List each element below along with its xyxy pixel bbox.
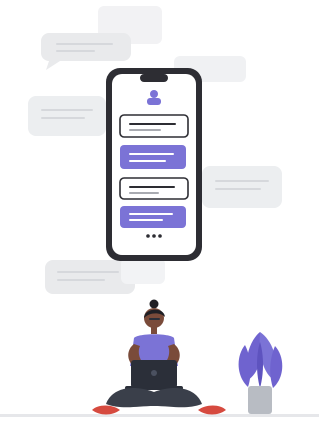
message-bubble-sent-1 <box>120 145 186 169</box>
typing-dots-icon <box>146 234 162 238</box>
bg-bubble-4 <box>28 96 106 136</box>
phone-notch <box>140 74 168 82</box>
potted-plant <box>238 332 283 414</box>
message-bubble-sent-2 <box>120 206 186 228</box>
person-with-laptop <box>92 299 226 415</box>
bg-bubble-2-tail <box>46 61 60 70</box>
floor-line <box>0 414 319 417</box>
illustration-canvas <box>0 6 319 417</box>
bg-bubble-7 <box>121 258 165 284</box>
message-bubble-received-2 <box>119 177 189 200</box>
bg-bubble-2 <box>41 33 131 61</box>
chat-illustration <box>0 0 319 425</box>
message-bubble-received-1 <box>119 114 189 138</box>
plant-pot <box>248 386 272 414</box>
bg-bubble-5 <box>202 166 282 208</box>
smartphone <box>106 68 202 261</box>
